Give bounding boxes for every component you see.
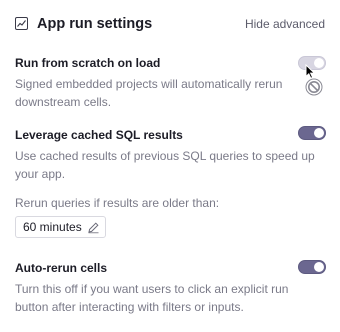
- setting-title: Run from scratch on load: [15, 56, 161, 70]
- hide-advanced-link[interactable]: Hide advanced: [245, 15, 325, 33]
- panel-header: App run settings Hide advanced: [15, 14, 325, 34]
- setting-cached-sql: Leverage cached SQL results Use cached r…: [15, 126, 326, 181]
- setting-auto-rerun: Auto-rerun cells Turn this off if you wa…: [15, 260, 326, 314]
- setting-run-from-scratch: Run from scratch on load Signed embedded…: [15, 55, 326, 109]
- setting-description: Use cached results of previous SQL queri…: [15, 149, 315, 181]
- app-run-settings-panel: App run settings Hide advanced Run from …: [0, 0, 340, 332]
- cache-duration-label: Rerun queries if results are older than:: [15, 196, 220, 210]
- chart-icon: [15, 17, 28, 30]
- toggle-knob: [314, 128, 324, 138]
- not-allowed-icon: [305, 78, 323, 96]
- page-title: App run settings: [37, 16, 153, 32]
- cache-duration-input[interactable]: 60 minutes: [15, 216, 106, 238]
- setting-description: Signed embedded projects will automatica…: [15, 77, 283, 109]
- setting-title: Auto-rerun cells: [15, 261, 108, 275]
- cached-sql-toggle[interactable]: [298, 126, 326, 140]
- toggle-knob: [314, 262, 324, 272]
- setting-description: Turn this off if you want users to click…: [15, 282, 289, 314]
- auto-rerun-toggle[interactable]: [298, 260, 326, 274]
- setting-title: Leverage cached SQL results: [15, 128, 183, 142]
- cache-duration-value: 60 minutes: [23, 220, 82, 234]
- pencil-icon: [88, 222, 99, 234]
